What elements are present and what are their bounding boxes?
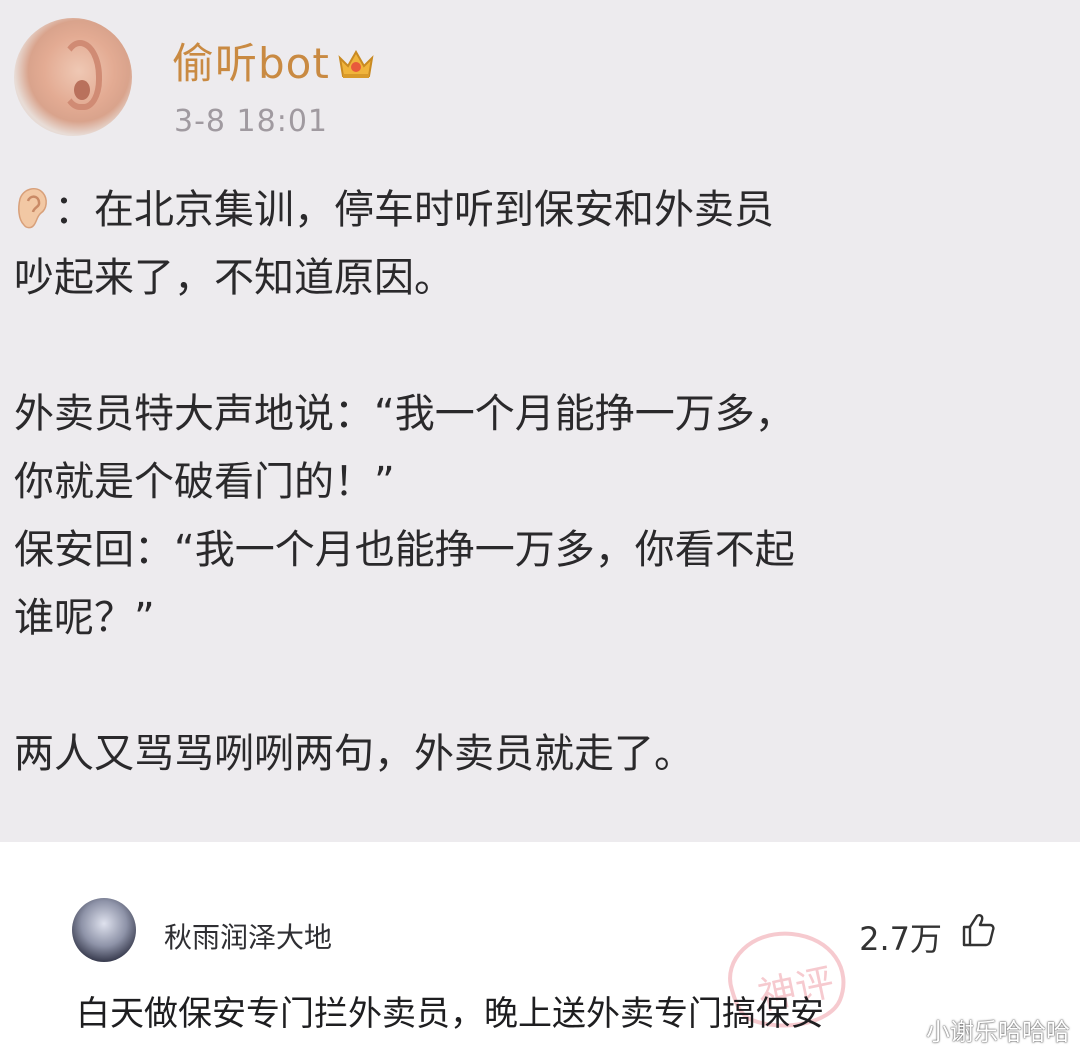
ear-emoji-icon [18,188,47,229]
post-line-1-text: ：在北京集训，停车时听到保安和外卖员 [54,187,774,233]
post-line-6: 保安回：“我一个月也能挣一万多，你看不起 [14,527,795,573]
post-line-2: 吵起来了，不知道原因。 [14,255,454,301]
screenshot-root: 偷听bot 3-8 18:01 ：在北京集训，停车时听到保安和外卖员 吵起来了，… [0,0,1080,1061]
ear-hole [74,80,90,100]
post-line-5: 你就是个破看门的！” [14,459,395,505]
commenter-name[interactable]: 秋雨润泽大地 [164,916,332,956]
post-line-7: 谁呢？” [14,595,155,641]
user-avatar[interactable] [14,18,132,136]
vip-crown-icon [338,49,374,78]
thumbs-up-icon[interactable] [960,912,996,948]
username-text: 偷听bot [172,39,330,88]
comment-text: 白天做保安专门拦外卖员，晚上送外卖专门搞保安 [76,994,824,1034]
post-timestamp: 3-8 18:01 [174,104,328,139]
post-body: ：在北京集训，停车时听到保安和外卖员 吵起来了，不知道原因。 外卖员特大声地说：… [14,176,1064,788]
like-count: 2.7万 [859,920,942,958]
post-username[interactable]: 偷听bot [172,30,376,91]
weibo-post-card: 偷听bot 3-8 18:01 ：在北京集训，停车时听到保安和外卖员 吵起来了，… [0,0,1080,842]
post-line-9: 两人又骂骂咧咧两句，外卖员就走了。 [14,731,694,777]
commenter-avatar[interactable] [72,898,136,962]
post-line-4: 外卖员特大声地说：“我一个月能挣一万多， [14,391,795,437]
post-line-1: ：在北京集训，停车时听到保安和外卖员 [14,176,1064,244]
author-watermark: 小谢乐哈哈哈 [926,1018,1070,1046]
top-comment-card: 秋雨润泽大地 神评 2.7万 白天做保安专门拦外卖员，晚上送外卖专门搞保安 [40,868,1040,1058]
